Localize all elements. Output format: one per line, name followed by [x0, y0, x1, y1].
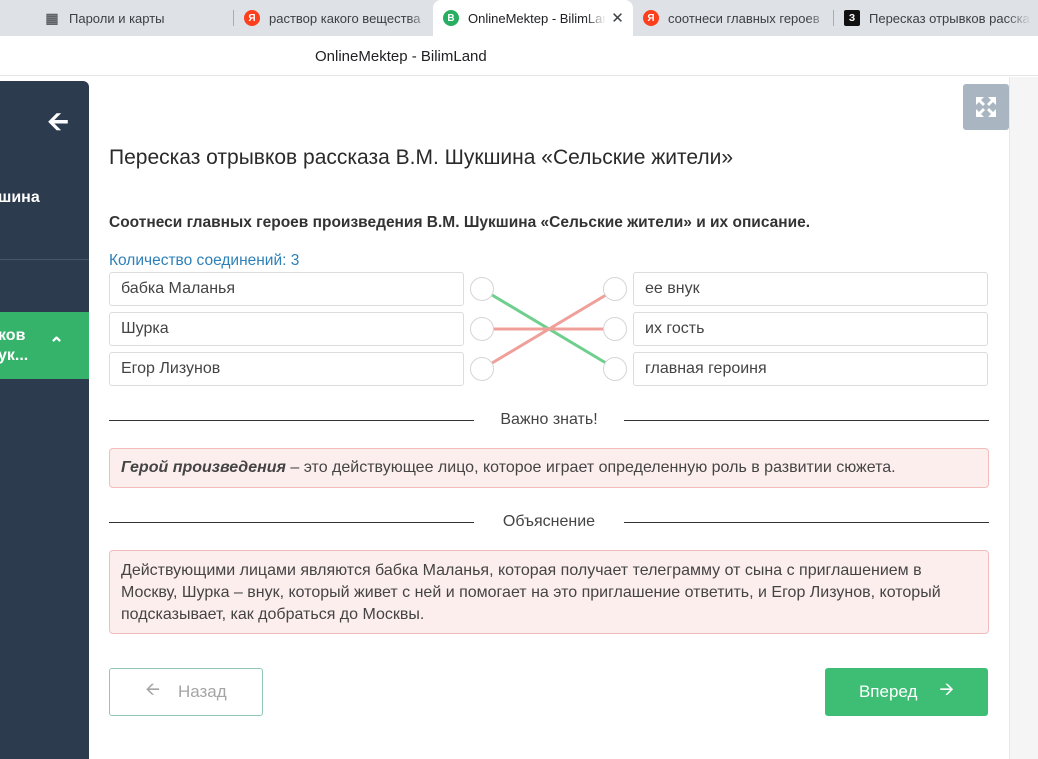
znanija-icon: З [844, 10, 860, 26]
arrow-left-icon: 🡨 [145, 679, 160, 699]
divider-line [109, 522, 474, 523]
right-connector-dot[interactable] [603, 277, 627, 301]
fullscreen-button[interactable] [963, 84, 1009, 130]
arrow-right-icon: 🡪 [939, 679, 955, 699]
right-item-main-heroine[interactable]: главная героиня [633, 352, 988, 386]
browser-tab-strip: ▦ Пароли и карты Я раствор какого вещест… [0, 0, 1038, 36]
window-title-bar: OnlineMektep - BilimLand [0, 36, 1038, 76]
lesson-sidebar: 🡨 шина › ков ук... ⌃ [0, 81, 89, 759]
explanation-text: Действующими лицами являются бабка Малан… [121, 562, 941, 623]
password-manager-icon: ▦ [45, 9, 59, 26]
back-button[interactable]: 🡨 Назад [109, 668, 263, 716]
match-connection-lines [481, 287, 617, 371]
tab-title: раствор какого вещества [269, 10, 421, 26]
yandex-icon: Я [643, 10, 659, 26]
divider-line [624, 420, 989, 421]
bilimland-icon: B [443, 10, 459, 26]
chevron-up-icon[interactable]: ⌃ [49, 334, 64, 355]
left-item-shurka[interactable]: Шурка [109, 312, 464, 346]
divider-line [624, 522, 989, 523]
sidebar-item-label[interactable]: шина [0, 189, 40, 207]
sidebar-item-active[interactable]: ков ук... ⌃ [0, 312, 89, 379]
tab-separator [233, 10, 234, 26]
sidebar-item-label: ук... [0, 347, 29, 364]
right-item-guest[interactable]: их гость [633, 312, 988, 346]
yandex-icon: Я [244, 10, 260, 26]
back-button-label: Назад [177, 682, 227, 701]
connections-count: Количество соединений: 3 [109, 252, 300, 269]
important-label: Важно знать! [500, 411, 598, 428]
chevron-right-icon: › [0, 211, 1, 227]
browser-tab-yandex-2[interactable]: Я соотнеси главных героев [635, 0, 831, 36]
browser-tab-znanija[interactable]: З Пересказ отрывков расска [836, 0, 1031, 36]
left-connector-dot[interactable] [470, 357, 494, 381]
left-connector-dot[interactable] [470, 317, 494, 341]
explanation-note: Действующими лицами являются бабка Малан… [109, 550, 989, 634]
tab-title: OnlineMektep - BilimLand [468, 10, 607, 26]
tab-title: соотнеси главных героев [668, 10, 820, 26]
right-connector-dot[interactable] [603, 357, 627, 381]
explanation-label: Объяснение [502, 513, 596, 530]
tab-title: Пересказ отрывков расска [869, 10, 1030, 26]
tab-separator [833, 10, 834, 26]
sidebar-item-label: ков [0, 327, 26, 344]
sidebar-divider [0, 259, 89, 260]
next-button-label: Вперед [858, 682, 918, 701]
important-term: Герой произведения [121, 459, 286, 476]
left-item-egor[interactable]: Егор Лизунов [109, 352, 464, 386]
question-text: Соотнеси главных героев произведения В.М… [109, 214, 811, 231]
lesson-title: Пересказ отрывков рассказа В.М. Шукшина … [109, 146, 734, 169]
expand-icon [976, 97, 996, 117]
scrollbar-track[interactable] [1009, 77, 1038, 759]
important-note: Герой произведения – это действующее лиц… [109, 448, 989, 488]
explanation-divider: Объяснение [109, 513, 989, 533]
browser-tab-yandex-1[interactable]: Я раствор какого вещества [236, 0, 432, 36]
next-button[interactable]: Вперед 🡪 [825, 668, 988, 716]
right-connector-dot[interactable] [603, 317, 627, 341]
important-divider: Важно знать! [109, 411, 989, 431]
browser-tab-passwords[interactable]: ▦ Пароли и карты [36, 0, 231, 36]
tab-title: Пароли и карты [69, 10, 165, 26]
close-icon[interactable]: ✕ [610, 9, 625, 27]
window-title: OnlineMektep - BilimLand [315, 48, 487, 65]
browser-tab-bilimland[interactable]: B OnlineMektep - BilimLand ✕ [433, 0, 633, 36]
divider-line [109, 420, 474, 421]
left-item-malanya[interactable]: бабка Маланья [109, 272, 464, 306]
left-connector-dot[interactable] [470, 277, 494, 301]
back-arrow-icon[interactable]: 🡨 [40, 107, 76, 135]
important-text: – это действующее лицо, которое играет о… [285, 459, 896, 476]
right-item-grandson[interactable]: ее внук [633, 272, 988, 306]
